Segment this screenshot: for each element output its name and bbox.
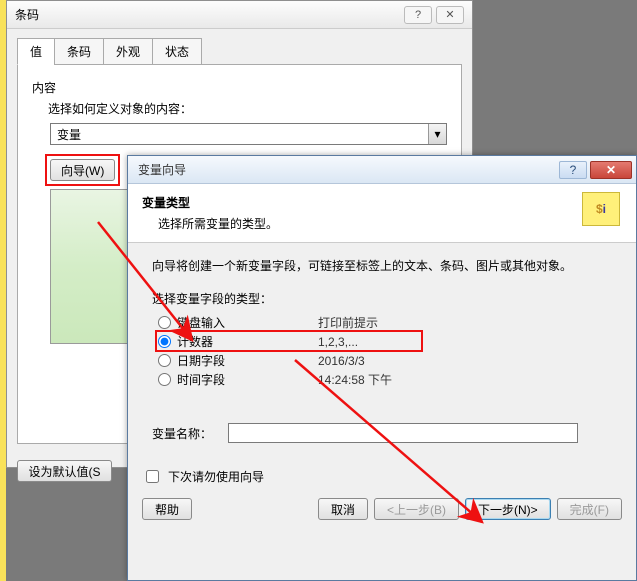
cancel-button[interactable]: 取消 xyxy=(318,498,368,520)
content-type-select[interactable]: 变量 ▾ xyxy=(50,123,447,145)
option-time-label: 时间字段 xyxy=(177,371,225,388)
tab-status[interactable]: 状态 xyxy=(152,38,202,65)
help-button[interactable]: ? xyxy=(404,6,432,24)
option-date-example: 2016/3/3 xyxy=(318,354,612,368)
wizard-titlebar[interactable]: 变量向导 ? ✕ xyxy=(128,156,636,184)
wizard-header: 变量类型 选择所需变量的类型。 $i xyxy=(128,184,636,243)
dialog-titlebar[interactable]: 条码 ? ✕ xyxy=(7,1,472,29)
content-group-label: 内容 xyxy=(32,79,447,96)
option-counter-example: 1,2,3,... xyxy=(318,335,612,349)
define-label: 选择如何定义对象的内容： xyxy=(48,100,447,117)
variable-type-options: 键盘输入 打印前提示 计数器 1,2,3,... 日期字段 2016/3/3 时… xyxy=(158,313,612,389)
wizard-title: 变量向导 xyxy=(138,161,559,178)
wizard-heading: 变量类型 xyxy=(142,194,622,211)
option-time[interactable]: 时间字段 14:24:58 下午 xyxy=(158,370,612,389)
help-button[interactable]: 帮助 xyxy=(142,498,192,520)
tab-appearance[interactable]: 外观 xyxy=(103,38,153,65)
set-default-button[interactable]: 设为默认值(S xyxy=(17,460,112,482)
dont-show-row: 下次请勿使用向导 xyxy=(142,467,622,486)
variable-wizard-dialog: 变量向导 ? ✕ 变量类型 选择所需变量的类型。 $i 向导将创建一个新变量字段… xyxy=(127,155,637,581)
option-time-example: 14:24:58 下午 xyxy=(318,371,612,388)
dialog-title: 条码 xyxy=(15,6,400,23)
tab-value[interactable]: 值 xyxy=(17,38,55,65)
option-counter[interactable]: 计数器 1,2,3,... xyxy=(158,332,612,351)
option-keyboard-example: 打印前提示 xyxy=(318,314,612,331)
option-date-label: 日期字段 xyxy=(177,352,225,369)
variable-icon: $i xyxy=(582,192,620,226)
varname-input[interactable] xyxy=(228,423,578,443)
option-date[interactable]: 日期字段 2016/3/3 xyxy=(158,351,612,370)
wizard-button[interactable]: 向导(W) xyxy=(50,159,115,181)
dont-show-label: 下次请勿使用向导 xyxy=(168,468,264,485)
wizard-body: 向导将创建一个新变量字段，可链接至标签上的文本、条码、图片或其他对象。 选择变量… xyxy=(128,243,636,457)
option-counter-label: 计数器 xyxy=(177,333,213,350)
tab-barcode[interactable]: 条码 xyxy=(54,38,104,65)
option-keyboard-label: 键盘输入 xyxy=(177,314,225,331)
varname-label: 变量名称： xyxy=(152,425,228,442)
type-label: 选择变量字段的类型： xyxy=(152,290,612,307)
finish-button: 完成(F) xyxy=(557,498,622,520)
wizard-subheading: 选择所需变量的类型。 xyxy=(158,215,622,232)
radio-counter[interactable] xyxy=(158,335,171,348)
select-value: 变量 xyxy=(51,126,428,143)
wizard-close-button[interactable]: ✕ xyxy=(590,161,632,179)
back-button: <上一步(B) xyxy=(374,498,459,520)
wizard-footer: 帮助 取消 <上一步(B) 下一步(N)> 完成(F) xyxy=(128,492,636,530)
close-button[interactable]: ✕ xyxy=(436,6,464,24)
option-keyboard[interactable]: 键盘输入 打印前提示 xyxy=(158,313,612,332)
radio-time[interactable] xyxy=(158,373,171,386)
radio-date[interactable] xyxy=(158,354,171,367)
radio-keyboard[interactable] xyxy=(158,316,171,329)
wizard-intro: 向导将创建一个新变量字段，可链接至标签上的文本、条码、图片或其他对象。 xyxy=(152,257,612,274)
chevron-down-icon: ▾ xyxy=(428,124,446,144)
next-button[interactable]: 下一步(N)> xyxy=(465,498,551,520)
varname-row: 变量名称： xyxy=(152,423,612,443)
tabs: 值 条码 外观 状态 xyxy=(7,29,472,64)
wizard-help-button[interactable]: ? xyxy=(559,161,587,179)
dont-show-checkbox[interactable] xyxy=(146,470,159,483)
